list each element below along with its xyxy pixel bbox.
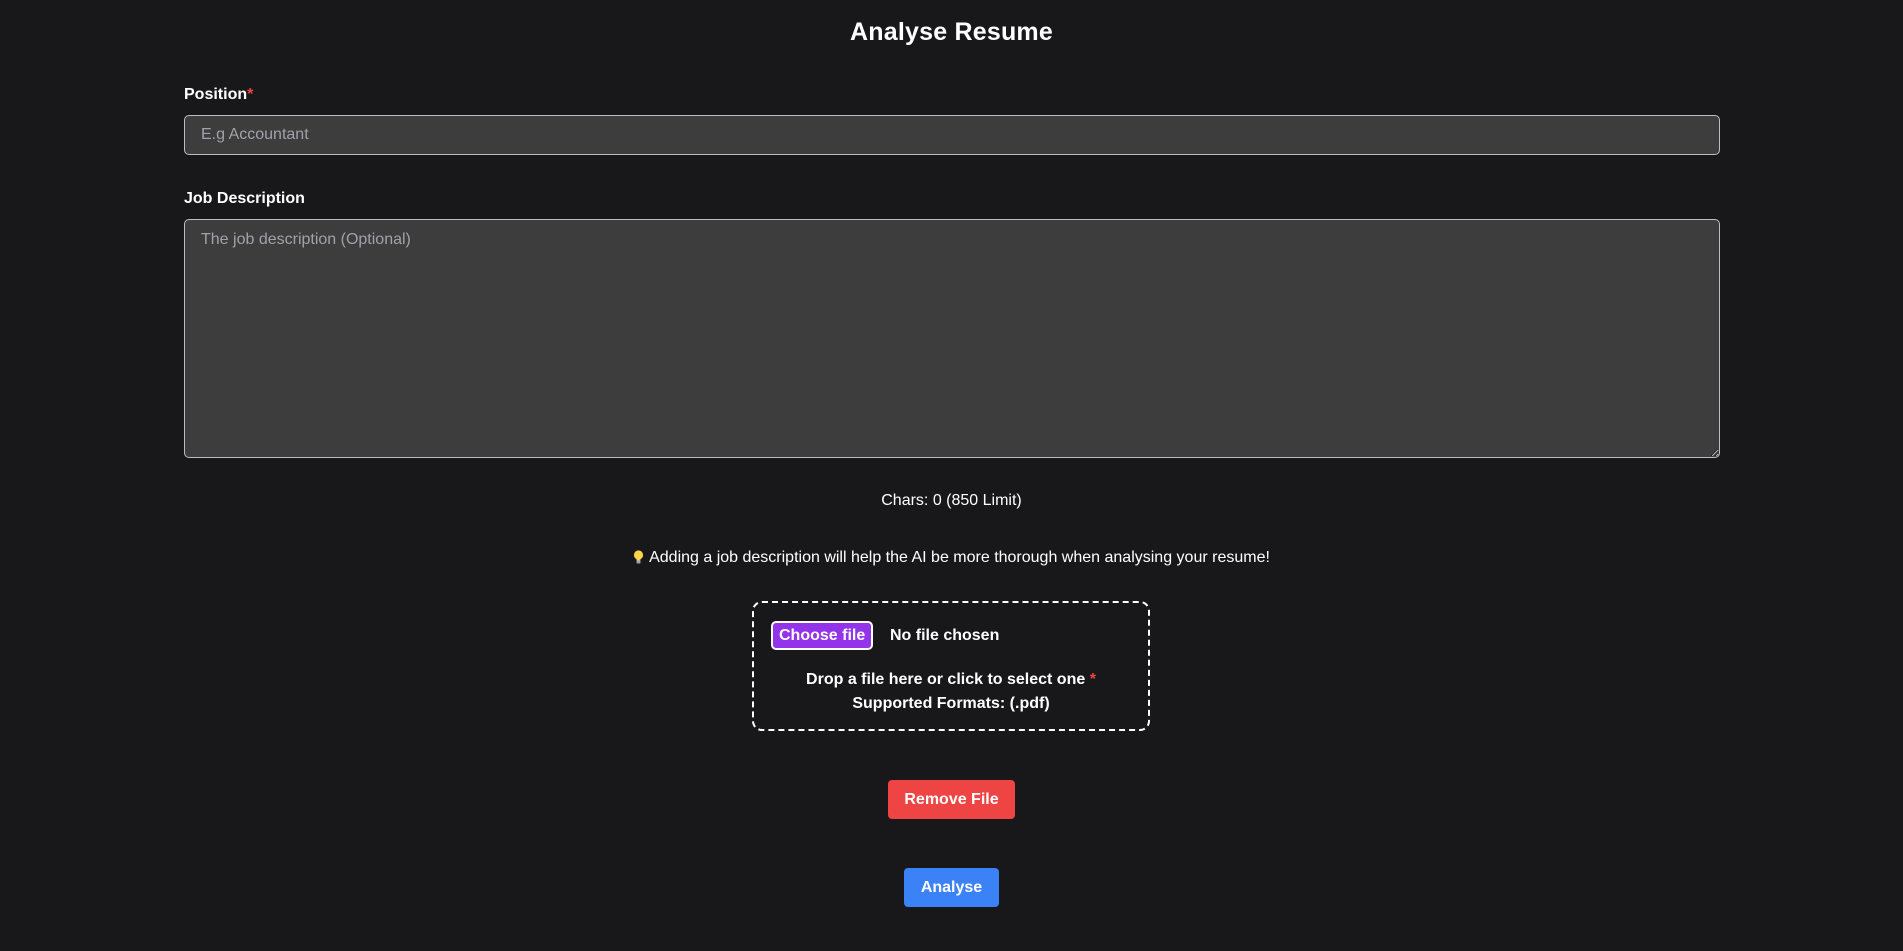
position-input[interactable] — [184, 115, 1720, 155]
tip-message: Adding a job description will help the A… — [0, 548, 1903, 567]
page-title: Analyse Resume — [850, 18, 1053, 46]
file-dropzone[interactable]: Choose file No file chosen Drop a file h… — [752, 601, 1150, 731]
dropzone-instructions: Drop a file here or click to select one … — [754, 668, 1148, 716]
position-label: Position* — [184, 86, 253, 104]
char-counter: Chars: 0 (850 Limit) — [881, 492, 1022, 509]
required-mark: * — [247, 86, 254, 103]
supported-formats: Supported Formats: (.pdf) — [852, 695, 1050, 712]
tip-text: Adding a job description will help the A… — [649, 549, 1270, 566]
remove-file-button[interactable]: Remove File — [888, 780, 1015, 819]
job-description-label: Job Description — [184, 190, 305, 207]
position-label-text: Position — [184, 86, 248, 103]
choose-file-button[interactable]: Choose file — [771, 621, 874, 650]
drop-instruction-line: Drop a file here or click to select one … — [754, 668, 1148, 692]
drop-instruction-text: Drop a file here or click to select one — [806, 671, 1086, 688]
job-description-textarea[interactable] — [184, 219, 1720, 458]
page: Analyse Resume Position* Job Description… — [0, 0, 1903, 951]
analyse-button[interactable]: Analyse — [904, 868, 999, 907]
file-status: No file chosen — [890, 627, 1000, 644]
required-mark: * — [1089, 671, 1096, 688]
lightbulb-icon — [633, 550, 644, 564]
